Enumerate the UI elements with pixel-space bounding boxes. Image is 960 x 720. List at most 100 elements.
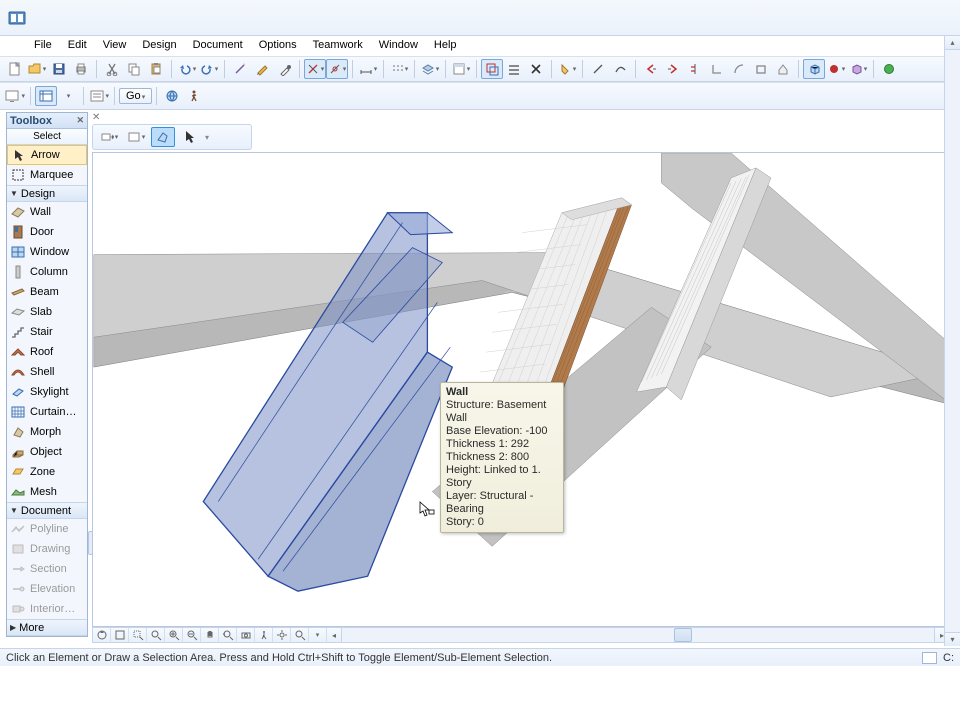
view-list-button[interactable] [88, 86, 110, 106]
render-button[interactable] [825, 59, 847, 79]
line-tool[interactable] [587, 59, 609, 79]
snap-mode-1[interactable] [304, 59, 326, 79]
globe-button[interactable] [161, 86, 183, 106]
tool-drawing[interactable]: Drawing [7, 539, 87, 559]
screen-button[interactable] [4, 86, 26, 106]
close-x-button[interactable] [525, 59, 547, 79]
curve-tool[interactable] [609, 59, 631, 79]
view-mode-1[interactable] [35, 86, 57, 106]
view-tab-button[interactable] [151, 127, 175, 147]
trace-toggle[interactable] [481, 59, 503, 79]
snap-mode-2[interactable] [326, 59, 348, 79]
tool-roof[interactable]: Roof [7, 342, 87, 362]
paste-button[interactable] [145, 59, 167, 79]
home-tool[interactable] [772, 59, 794, 79]
prev-view-button[interactable] [219, 628, 237, 642]
print-button[interactable] [70, 59, 92, 79]
go-button[interactable]: Go [119, 88, 152, 104]
layers-button[interactable] [419, 59, 441, 79]
tool-wall[interactable]: Wall [7, 202, 87, 222]
view-mode-drop[interactable] [57, 86, 79, 106]
pointer-button[interactable] [178, 127, 202, 147]
copy-button[interactable] [123, 59, 145, 79]
eyedropper-button[interactable] [273, 59, 295, 79]
marker-button[interactable] [556, 59, 578, 79]
zoom-window-button[interactable] [129, 628, 147, 642]
pencil-button[interactable] [251, 59, 273, 79]
tool-arrow[interactable]: Arrow [7, 145, 87, 165]
tool-morph[interactable]: Morph [7, 422, 87, 442]
sheet-button[interactable] [450, 59, 472, 79]
arrow-left-tool[interactable] [640, 59, 662, 79]
dimension-button[interactable] [357, 59, 379, 79]
tool-shell[interactable]: Shell [7, 362, 87, 382]
orbit-button[interactable] [93, 628, 111, 642]
tool-door[interactable]: Door [7, 222, 87, 242]
pan-button[interactable] [97, 127, 121, 147]
menu-help[interactable]: Help [426, 36, 465, 54]
save-button[interactable] [48, 59, 70, 79]
tool-column[interactable]: Column [7, 262, 87, 282]
walk-view-button[interactable] [255, 628, 273, 642]
fit-button[interactable] [111, 628, 129, 642]
toolbox-more[interactable]: ▶More [7, 619, 87, 636]
scroll-left-button[interactable]: ◂ [327, 628, 341, 642]
arc-tool[interactable] [728, 59, 750, 79]
toolbox-section-design[interactable]: ▼Design [7, 185, 87, 202]
close-icon[interactable]: ✕ [76, 115, 84, 126]
arrow-right-tool[interactable] [662, 59, 684, 79]
green-circle-button[interactable] [878, 59, 900, 79]
menu-file[interactable]: File [26, 36, 60, 54]
tool-marquee[interactable]: Marquee [7, 165, 87, 185]
zoom-out-button[interactable] [183, 628, 201, 642]
tool-curtain[interactable]: Curtain… [7, 402, 87, 422]
magic-wand-button[interactable] [229, 59, 251, 79]
scroll-down-button[interactable]: ▾ [945, 632, 960, 646]
sun-button[interactable] [273, 628, 291, 642]
scroll-up-button[interactable]: ▴ [945, 36, 960, 50]
tool-polyline[interactable]: Polyline [7, 519, 87, 539]
grid-button[interactable] [388, 59, 410, 79]
undo-button[interactable] [176, 59, 198, 79]
menu-document[interactable]: Document [185, 36, 251, 54]
new-tab-button[interactable] [124, 127, 148, 147]
menu-window[interactable]: Window [371, 36, 426, 54]
walk-button[interactable] [183, 86, 205, 106]
3d-cube-button[interactable] [803, 59, 825, 79]
tool-object[interactable]: Object [7, 442, 87, 462]
toolbox-section-document[interactable]: ▼Document [7, 502, 87, 519]
menu-options[interactable]: Options [251, 36, 305, 54]
purple-cube-button[interactable] [847, 59, 869, 79]
camera-button[interactable] [237, 628, 255, 642]
zoom-button[interactable] [147, 628, 165, 642]
tool-interior[interactable]: Interior… [7, 599, 87, 619]
tool-stair[interactable]: Stair [7, 322, 87, 342]
zoom-in-button[interactable] [165, 628, 183, 642]
chevron-down-icon[interactable]: ▾ [205, 133, 209, 142]
tool-beam[interactable]: Beam [7, 282, 87, 302]
tool-elevation[interactable]: Elevation [7, 579, 87, 599]
menu-view[interactable]: View [95, 36, 135, 54]
new-file-button[interactable] [4, 59, 26, 79]
zoom-percent-button[interactable] [291, 628, 309, 642]
tool-window[interactable]: Window [7, 242, 87, 262]
align-tool[interactable] [684, 59, 706, 79]
tool-section[interactable]: Section [7, 559, 87, 579]
status-indicator-box[interactable] [922, 652, 937, 664]
menu-teamwork[interactable]: Teamwork [305, 36, 371, 54]
vert-scrollbar[interactable]: ▴ ▾ [944, 36, 960, 646]
pan-hand-button[interactable] [201, 628, 219, 642]
scroll-thumb[interactable] [674, 628, 692, 642]
trace-settings[interactable] [503, 59, 525, 79]
tool-skylight[interactable]: Skylight [7, 382, 87, 402]
toolbox-titlebar[interactable]: Toolbox ✕ [7, 113, 87, 129]
nav-drop[interactable]: ▾ [309, 628, 327, 642]
redo-button[interactable] [198, 59, 220, 79]
menu-edit[interactable]: Edit [60, 36, 95, 54]
tool-mesh[interactable]: Mesh [7, 482, 87, 502]
menu-design[interactable]: Design [134, 36, 184, 54]
tool-slab[interactable]: Slab [7, 302, 87, 322]
box-tool[interactable] [750, 59, 772, 79]
open-file-button[interactable] [26, 59, 48, 79]
horiz-scrollbar[interactable] [341, 628, 935, 642]
